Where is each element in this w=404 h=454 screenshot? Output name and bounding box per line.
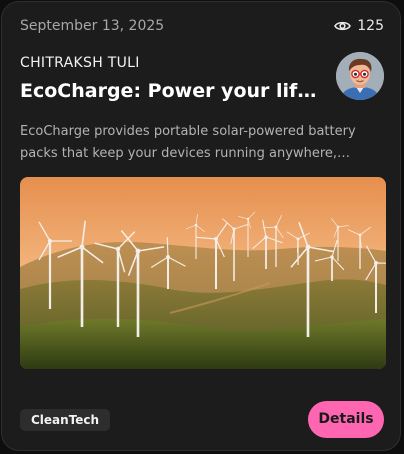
- post-description: EcoCharge provides portable solar-powere…: [20, 124, 356, 161]
- post-card[interactable]: September 13, 2025 125 CHITRAKSH TULI Ec…: [1, 1, 401, 451]
- details-button[interactable]: Details: [308, 401, 384, 438]
- post-date: September 13, 2025: [20, 18, 165, 34]
- post-title[interactable]: EcoCharge: Power your life wit...: [20, 80, 320, 102]
- view-count-value: 125: [357, 18, 384, 34]
- wind-turbines-image: [20, 177, 386, 369]
- author-name: CHITRAKSH TULI: [20, 55, 140, 71]
- category-tag[interactable]: CleanTech: [20, 409, 111, 431]
- eye-icon: [334, 20, 352, 32]
- view-count: 125: [334, 18, 384, 34]
- avatar[interactable]: [336, 52, 384, 100]
